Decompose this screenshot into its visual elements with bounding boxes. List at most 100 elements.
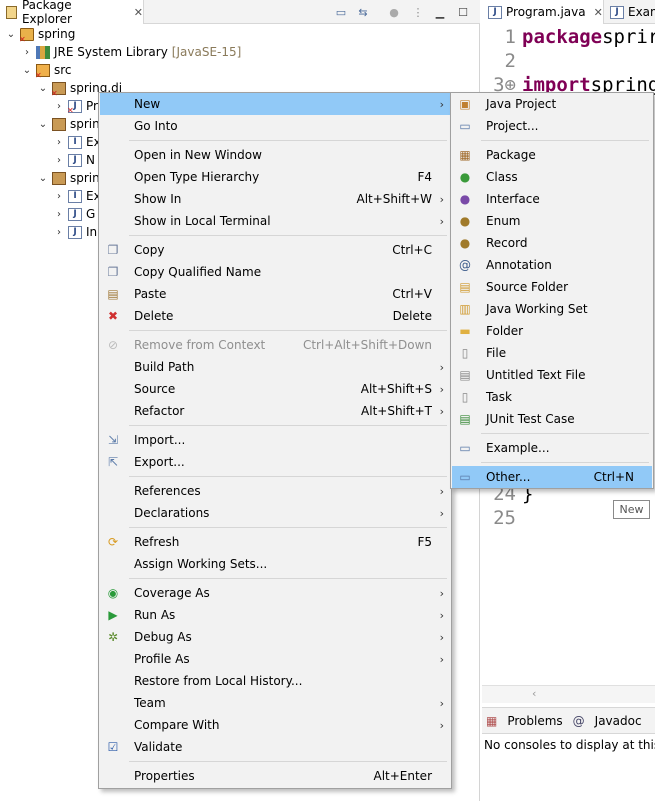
menu-item-declarations[interactable]: Declarations › bbox=[100, 502, 450, 524]
submenu-item-folder[interactable]: ▬ Folder bbox=[452, 320, 652, 342]
submenu-item-task[interactable]: ▯ Task bbox=[452, 386, 652, 408]
submenu-item-untitled-text-file[interactable]: ▤ Untitled Text File bbox=[452, 364, 652, 386]
code-line[interactable]: 1 package sprir bbox=[482, 25, 655, 49]
submenu-item-enum[interactable]: ● Enum bbox=[452, 210, 652, 232]
submenu-arrow-icon: › bbox=[439, 718, 444, 732]
collapse-icon[interactable]: › bbox=[22, 47, 32, 58]
menu-item-open-type-hierarchy[interactable]: Open Type Hierarchy F4 bbox=[100, 166, 450, 188]
maximize-icon[interactable]: ☐ bbox=[455, 4, 471, 20]
menu-item-label: Java Working Set bbox=[486, 302, 588, 316]
menu-item-delete[interactable]: ✖ Delete Delete bbox=[100, 305, 450, 327]
tree-item-package[interactable]: ⌄ sprin bbox=[38, 169, 100, 187]
menu-item-label: Copy bbox=[134, 243, 165, 257]
menu-item-copy-qualified-name[interactable]: ❐ Copy Qualified Name bbox=[100, 261, 450, 283]
submenu-item-junit-test-case[interactable]: ▤ JUnit Test Case bbox=[452, 408, 652, 430]
menu-item-label: Refactor bbox=[134, 404, 185, 418]
menu-item-compare-with[interactable]: Compare With › bbox=[100, 714, 450, 736]
menu-item-properties[interactable]: Properties Alt+Enter bbox=[100, 765, 450, 787]
tree-item-src[interactable]: ⌄ src bbox=[22, 61, 72, 80]
collapse-icon[interactable]: › bbox=[54, 101, 64, 112]
code-line[interactable]: 2 bbox=[482, 49, 522, 73]
menu-item-profile-as[interactable]: Profile As › bbox=[100, 648, 450, 670]
menu-item-export[interactable]: ⇱ Export... bbox=[100, 451, 450, 473]
expand-icon[interactable]: ⌄ bbox=[38, 83, 48, 94]
tab-problems[interactable]: Problems bbox=[507, 714, 562, 728]
collapse-icon[interactable]: › bbox=[54, 137, 64, 148]
java-file-icon: J bbox=[68, 153, 82, 167]
menu-item-shortcut: Ctrl+V bbox=[392, 287, 432, 301]
menu-item-label: Delete bbox=[134, 309, 174, 323]
menu-item-shortcut: Ctrl+C bbox=[392, 243, 432, 257]
collapse-all-icon[interactable]: ▭ bbox=[333, 4, 349, 20]
menu-item-restore-local-history[interactable]: Restore from Local History... bbox=[100, 670, 450, 692]
close-icon[interactable]: ✕ bbox=[594, 6, 603, 19]
menu-item-build-path[interactable]: Build Path › bbox=[100, 356, 450, 378]
menu-item-paste[interactable]: ▤ Paste Ctrl+V bbox=[100, 283, 450, 305]
horizontal-scrollbar[interactable]: ‹ bbox=[482, 685, 655, 703]
link-with-editor-icon[interactable]: ⇆ bbox=[355, 4, 371, 20]
tree-item-package[interactable]: ⌄ sprin bbox=[38, 115, 100, 133]
submenu-item-class[interactable]: ● Class bbox=[452, 166, 652, 188]
tree-item-file[interactable]: › J Pr bbox=[54, 97, 98, 116]
close-icon[interactable]: ✕ bbox=[134, 6, 143, 19]
menu-item-refresh[interactable]: ⟳ Refresh F5 bbox=[100, 531, 450, 553]
tab-javadoc[interactable]: Javadoc bbox=[595, 714, 642, 728]
menu-item-references[interactable]: References › bbox=[100, 480, 450, 502]
menu-item-show-in[interactable]: Show In Alt+Shift+W › bbox=[100, 188, 450, 210]
menu-item-new[interactable]: New › bbox=[100, 93, 450, 115]
file-label: In bbox=[86, 225, 98, 239]
menu-item-show-in-terminal[interactable]: Show in Local Terminal › bbox=[100, 210, 450, 232]
menu-item-run-as[interactable]: ▶ Run As › bbox=[100, 604, 450, 626]
submenu-item-java-working-set[interactable]: ▥ Java Working Set bbox=[452, 298, 652, 320]
view-menu-icon[interactable]: ● bbox=[386, 4, 402, 20]
tree-item-jre[interactable]: › JRE System Library [JavaSE-15] bbox=[22, 43, 241, 61]
submenu-item-other[interactable]: ▭ Other... Ctrl+N bbox=[452, 466, 652, 488]
tree-item-file[interactable]: › I Ex bbox=[54, 187, 101, 205]
tree-item-file[interactable]: › J N bbox=[54, 151, 95, 169]
package-explorer-tabbar: Package Explorer ✕ ▭ ⇆ ● ⋮ ▁ ☐ bbox=[0, 0, 480, 26]
tree-item-file[interactable]: › I Ex bbox=[54, 133, 101, 151]
submenu-item-source-folder[interactable]: ▤ Source Folder bbox=[452, 276, 652, 298]
code-line[interactable]: 25 bbox=[482, 506, 522, 530]
submenu-item-project[interactable]: ▭ Project... bbox=[452, 115, 652, 137]
expand-icon[interactable]: ⌄ bbox=[22, 65, 32, 76]
menu-item-copy[interactable]: ❐ Copy Ctrl+C bbox=[100, 239, 450, 261]
editor-tab-exam[interactable]: J Exam bbox=[604, 0, 655, 24]
submenu-item-java-project[interactable]: ▣ Java Project bbox=[452, 93, 652, 115]
submenu-item-record[interactable]: ● Record bbox=[452, 232, 652, 254]
view-options-icon[interactable]: ⋮ bbox=[410, 4, 426, 20]
collapse-icon[interactable]: › bbox=[54, 155, 64, 166]
tree-item-file[interactable]: › J In bbox=[54, 223, 97, 241]
expand-icon[interactable]: ⌄ bbox=[6, 29, 16, 40]
menu-item-open-new-window[interactable]: Open in New Window bbox=[100, 144, 450, 166]
menu-item-label: Task bbox=[486, 390, 512, 404]
minimize-icon[interactable]: ▁ bbox=[432, 4, 448, 20]
menu-item-source[interactable]: Source Alt+Shift+S › bbox=[100, 378, 450, 400]
submenu-arrow-icon: › bbox=[439, 506, 444, 520]
submenu-item-example[interactable]: ▭ Example... bbox=[452, 437, 652, 459]
tree-item-file[interactable]: › J G bbox=[54, 205, 95, 223]
menu-item-label: Compare With bbox=[134, 718, 220, 732]
menu-item-assign-working-sets[interactable]: Assign Working Sets... bbox=[100, 553, 450, 575]
java-project-icon: ▣ bbox=[459, 97, 471, 111]
submenu-item-file[interactable]: ▯ File bbox=[452, 342, 652, 364]
menu-item-label: Team bbox=[134, 696, 166, 710]
menu-item-team[interactable]: Team › bbox=[100, 692, 450, 714]
collapse-icon[interactable]: › bbox=[54, 227, 64, 238]
collapse-icon[interactable]: › bbox=[54, 191, 64, 202]
expand-icon[interactable]: ⌄ bbox=[38, 173, 48, 184]
menu-item-import[interactable]: ⇲ Import... bbox=[100, 429, 450, 451]
menu-item-validate[interactable]: ☑ Validate bbox=[100, 736, 450, 758]
menu-item-coverage-as[interactable]: ◉ Coverage As › bbox=[100, 582, 450, 604]
menu-item-refactor[interactable]: Refactor Alt+Shift+T › bbox=[100, 400, 450, 422]
package-explorer-tab[interactable]: Package Explorer ✕ bbox=[0, 0, 144, 26]
editor-tab-program[interactable]: J Program.java ✕ bbox=[482, 0, 604, 24]
menu-item-debug-as[interactable]: ✲ Debug As › bbox=[100, 626, 450, 648]
collapse-icon[interactable]: › bbox=[54, 209, 64, 220]
submenu-item-interface[interactable]: ● Interface bbox=[452, 188, 652, 210]
submenu-item-package[interactable]: ▦ Package bbox=[452, 144, 652, 166]
expand-icon[interactable]: ⌄ bbox=[38, 119, 48, 130]
menu-item-go-into[interactable]: Go Into bbox=[100, 115, 450, 137]
tree-item-project[interactable]: ⌄ spring bbox=[6, 25, 76, 44]
submenu-item-annotation[interactable]: @ Annotation bbox=[452, 254, 652, 276]
